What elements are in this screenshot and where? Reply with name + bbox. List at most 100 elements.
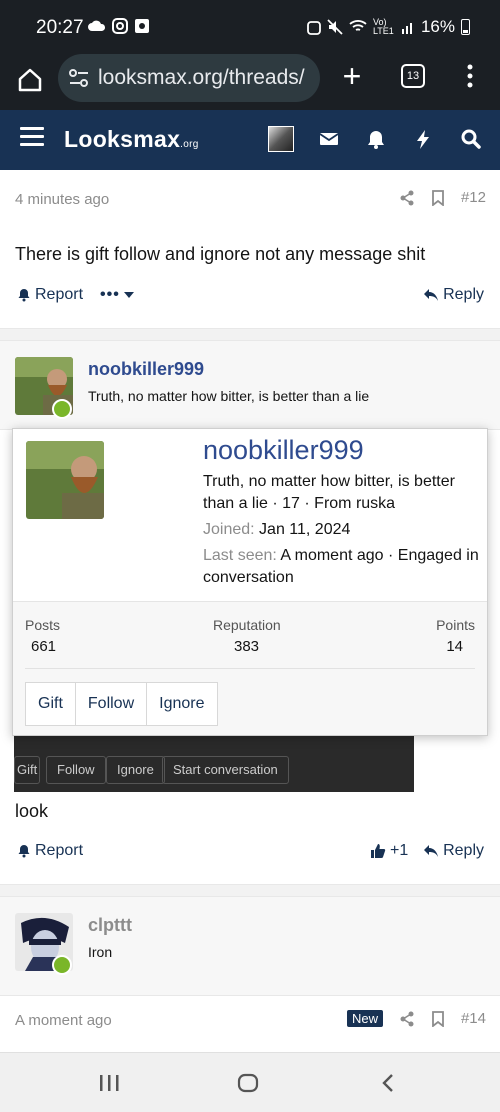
url-text: looksmax.org/threads/ — [98, 66, 305, 89]
gift-button[interactable]: Gift — [25, 682, 76, 726]
report-button[interactable]: Report — [17, 286, 83, 304]
member-avatar[interactable] — [26, 441, 104, 519]
post-14-meta: A moment ago New #14 — [0, 1006, 500, 1036]
bell-icon — [18, 289, 30, 302]
joined-value: Jan 11, 2024 — [259, 521, 351, 538]
alarm-icon — [307, 21, 321, 35]
post-12-actions: Report ••• Reply — [0, 282, 500, 312]
post-12-body: There is gift follow and ignore not any … — [15, 244, 426, 264]
battery-icon — [461, 19, 470, 35]
search-icon[interactable] — [460, 128, 482, 150]
ignore-button[interactable]: Ignore — [146, 682, 218, 726]
reply-button[interactable]: Reply — [423, 842, 484, 860]
bookmark-icon[interactable] — [431, 1010, 445, 1027]
post-14-user-block: clpttt Iron — [0, 896, 500, 996]
post-13-user-block: noobkiller999 Truth, no matter how bitte… — [0, 340, 500, 430]
post-separator — [0, 328, 500, 340]
report-label: Report — [35, 842, 84, 859]
post-14-meta-actions: New #14 — [346, 1010, 486, 1027]
post-13-embedded-screenshot[interactable]: Gift Follow Ignore Start conversation — [14, 735, 414, 792]
posts-value[interactable]: 661 — [31, 638, 56, 655]
post-13-user-title: Truth, no matter how bitter, is better t… — [88, 388, 370, 404]
points-value[interactable]: 14 — [446, 638, 463, 655]
instagram-icon — [112, 18, 128, 34]
signal-icon — [401, 23, 412, 34]
points-label: Points — [436, 617, 475, 633]
member-stats: Posts 661 Reputation 383 Points 14 Gift … — [13, 601, 487, 735]
post-separator — [0, 884, 500, 896]
network-label: Vo) LTE1 — [372, 17, 394, 36]
post-14-username[interactable]: clpttt — [88, 915, 132, 936]
post-12-meta-actions: #12 — [399, 189, 486, 206]
app-notification-icon — [135, 19, 149, 33]
member-tooltip-header: noobkiller999 Truth, no matter how bitte… — [13, 429, 487, 601]
alerts-bell-icon[interactable] — [365, 128, 387, 150]
caret-down-icon — [123, 292, 134, 298]
post-14-user-title: Iron — [88, 944, 113, 960]
post-12-time[interactable]: 4 minutes ago — [15, 191, 109, 208]
site-header: Looksmax.org — [0, 110, 500, 170]
member-last-seen: Last seen: A moment ago · Engaged in con… — [203, 545, 479, 589]
last-seen-label: Last seen: — [203, 547, 277, 564]
battery-percent: 16% — [420, 17, 455, 36]
reply-icon — [424, 845, 439, 857]
recent-apps-icon[interactable] — [98, 1073, 120, 1093]
reputation-label: Reputation — [213, 617, 281, 633]
online-status-dot — [52, 399, 72, 419]
thumbs-up-icon — [371, 844, 386, 858]
embed-ignore-button: Ignore — [106, 756, 165, 784]
reply-button[interactable]: Reply — [423, 286, 484, 304]
tab-switcher-button[interactable]: 13 — [401, 64, 425, 88]
share-icon[interactable] — [399, 1011, 415, 1027]
more-label: ••• — [100, 286, 120, 303]
inbox-icon[interactable] — [318, 128, 340, 150]
new-tab-button[interactable]: + — [338, 60, 366, 92]
system-navigation-bar — [0, 1052, 500, 1112]
report-button[interactable]: Report — [17, 842, 83, 860]
reaction-count[interactable]: +1 — [370, 842, 408, 860]
stats-divider — [25, 668, 475, 669]
status-time: 20:27 — [36, 17, 84, 38]
bookmark-icon[interactable] — [431, 189, 445, 206]
member-actions: Gift Follow Ignore — [25, 682, 218, 726]
cloud-icon — [88, 20, 106, 31]
status-bar: 20:27 Vo) LTE1 16% — [0, 0, 500, 54]
reaction-count-label: +1 — [390, 842, 409, 859]
member-title-line: Truth, no matter how bitter, is better t… — [203, 473, 455, 512]
site-settings-icon[interactable] — [68, 68, 90, 88]
report-label: Report — [35, 286, 84, 303]
posts-label: Posts — [25, 617, 61, 633]
member-username[interactable]: noobkiller999 — [203, 435, 364, 466]
share-icon[interactable] — [399, 190, 415, 206]
reply-label: Reply — [443, 842, 484, 859]
reply-label: Reply — [443, 286, 484, 303]
url-bar[interactable]: looksmax.org/threads/ — [58, 54, 320, 102]
member-tooltip: noobkiller999 Truth, no matter how bitte… — [12, 428, 488, 736]
follow-button[interactable]: Follow — [74, 682, 148, 726]
post-13-body: look — [15, 801, 49, 821]
online-status-dot — [52, 955, 72, 975]
member-info: Truth, no matter how bitter, is better t… — [203, 471, 479, 589]
back-icon[interactable] — [378, 1073, 400, 1093]
post-14-number[interactable]: #14 — [461, 1010, 486, 1027]
embed-follow-button: Follow — [46, 756, 106, 784]
joined-label: Joined: — [203, 521, 255, 538]
more-options-icon[interactable] — [464, 62, 476, 90]
browser-toolbar: looksmax.org/threads/ + 13 — [0, 54, 500, 110]
post-14-time[interactable]: A moment ago — [15, 1012, 112, 1029]
hamburger-menu-icon[interactable] — [20, 127, 44, 147]
whats-new-bolt-icon[interactable] — [412, 128, 434, 150]
site-logo[interactable]: Looksmax.org — [64, 126, 199, 153]
post-12-number[interactable]: #12 — [461, 189, 486, 206]
post-13-username[interactable]: noobkiller999 — [88, 359, 204, 380]
embed-start-conversation-button: Start conversation — [162, 756, 289, 784]
home-nav-icon[interactable] — [237, 1073, 259, 1093]
home-icon[interactable] — [16, 66, 44, 94]
wifi-icon — [349, 20, 367, 31]
post-13-actions: Report +1 Reply — [0, 838, 500, 868]
more-actions-button[interactable]: ••• — [100, 286, 134, 304]
status-right-icons: Vo) LTE1 16% — [307, 17, 470, 37]
bell-icon — [18, 845, 30, 858]
account-avatar[interactable] — [268, 126, 294, 152]
logo-suffix: .org — [180, 139, 199, 150]
